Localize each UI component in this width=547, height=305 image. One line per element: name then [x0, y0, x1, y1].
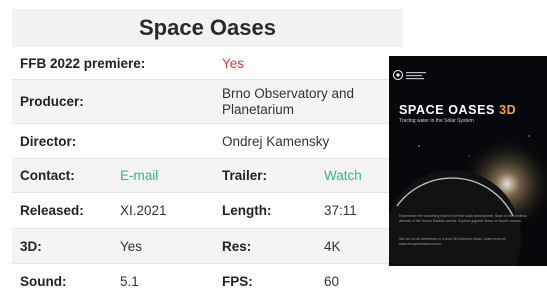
contact-label: Contact: — [20, 168, 75, 183]
email-link[interactable]: E-mail — [120, 159, 158, 192]
released-label: Released: — [20, 203, 84, 218]
premiere-value: Yes — [222, 55, 245, 71]
sound-row: Sound: 5.1 FPS: 60 — [12, 264, 403, 298]
threed-label: 3D: — [20, 238, 42, 254]
length-value: 37:11 — [324, 203, 357, 218]
fps-value: 60 — [324, 273, 340, 289]
director-value: Ondrej Kamensky — [222, 133, 330, 149]
premiere-row: FFB 2022 premiere: Yes — [12, 47, 403, 80]
film-title: Space Oases — [12, 9, 403, 47]
trailer-label: Trailer: — [222, 168, 268, 183]
producer-label: Producer: — [20, 94, 84, 109]
poster-subtitle: Tracing water in the Solar System — [399, 118, 474, 124]
sound-value: 5.1 — [120, 273, 139, 289]
producer-value: Brno Observatory and Planetarium — [222, 85, 355, 117]
poster-artwork — [389, 56, 547, 266]
poster-cta: Set out on an adventure in a new 3D full… — [399, 237, 506, 246]
fps-label: FPS: — [222, 273, 253, 289]
film-info-card: Space Oases FFB 2022 premiere: Yes Produ… — [12, 9, 403, 298]
director-label: Director: — [20, 133, 77, 149]
released-value: XI.2021 — [120, 203, 167, 218]
res-label: Res: — [222, 238, 252, 254]
contact-row: Contact: E-mail Trailer: Watch — [12, 159, 403, 193]
released-row: Released: XI.2021 Length: 37:11 — [12, 193, 403, 229]
res-value: 4K — [324, 238, 341, 254]
producer-row: Producer: Brno Observatory and Planetari… — [12, 80, 403, 124]
film-poster[interactable]: SPACE OASES 3D Tracing water in the Sola… — [389, 56, 547, 266]
trailer-watch-link[interactable]: Watch — [324, 159, 362, 192]
length-label: Length: — [222, 203, 272, 218]
poster-description: Experience the scorching heat of the thi… — [399, 214, 527, 223]
director-row: Director: Ondrej Kamensky — [12, 124, 403, 159]
sound-label: Sound: — [20, 273, 67, 289]
threed-row: 3D: Yes Res: 4K — [12, 229, 403, 264]
premiere-label: FFB 2022 premiere: — [20, 55, 146, 71]
threed-value: Yes — [120, 238, 143, 254]
poster-title: SPACE OASES 3D — [399, 103, 517, 117]
